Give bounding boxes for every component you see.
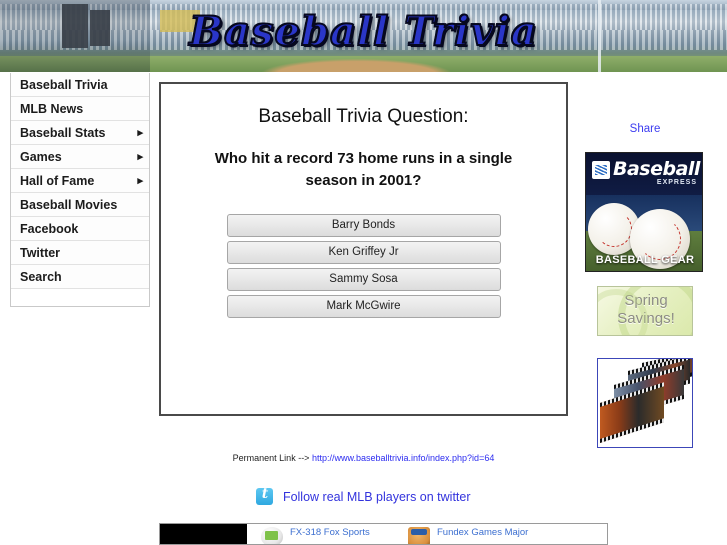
baseball-express-logo-icon bbox=[592, 161, 610, 179]
page-title: Baseball Trivia Question: bbox=[258, 106, 469, 127]
product-item[interactable]: Fundex Games Major bbox=[394, 524, 541, 544]
ad-spring-line1: Spring bbox=[624, 292, 668, 309]
ad-spring-savings[interactable]: Spring Savings! bbox=[597, 286, 693, 336]
answer-list: Barry Bonds Ken Griffey Jr Sammy Sosa Ma… bbox=[226, 214, 501, 318]
sidebar-item-label: Search bbox=[20, 270, 62, 284]
sidebar-item-search[interactable]: Search bbox=[11, 265, 149, 289]
film-strip-icon bbox=[600, 382, 664, 443]
site-header-banner: Baseball Trivia bbox=[0, 0, 727, 72]
ad-spring-text: Spring Savings! bbox=[598, 292, 692, 328]
sidebar-item-label: Facebook bbox=[20, 222, 79, 236]
answer-button-4[interactable]: Mark McGwire bbox=[226, 295, 501, 318]
sidebar-item-label: Baseball Stats bbox=[20, 126, 106, 140]
sidebar-item-label: Twitter bbox=[20, 246, 61, 260]
answer-button-3[interactable]: Sammy Sosa bbox=[226, 268, 501, 291]
product-strip: FX-318 Fox Sports Fundex Games Major bbox=[159, 523, 608, 545]
sidebar-filler bbox=[11, 289, 149, 306]
sidebar-item-label: MLB News bbox=[20, 102, 84, 116]
stadium-infield bbox=[261, 59, 451, 72]
chevron-right-icon: ▸ bbox=[137, 127, 143, 139]
site-title: Baseball Trivia bbox=[188, 7, 538, 56]
trivia-panel: Baseball Trivia Question: Who hit a reco… bbox=[159, 82, 568, 416]
sidebar-item-label: Baseball Trivia bbox=[20, 78, 108, 92]
twitter-follow-row[interactable]: Follow real MLB players on twitter bbox=[159, 486, 568, 506]
sidebar-item-baseball-stats[interactable]: Baseball Stats ▸ bbox=[11, 121, 149, 145]
product-name[interactable]: FX-318 Fox Sports bbox=[290, 527, 394, 538]
chevron-right-icon: ▸ bbox=[137, 151, 143, 163]
chevron-right-icon: ▸ bbox=[137, 175, 143, 187]
answer-button-2[interactable]: Ken Griffey Jr bbox=[226, 241, 501, 264]
sidebar-item-games[interactable]: Games ▸ bbox=[11, 145, 149, 169]
sidebar-item-twitter[interactable]: Twitter bbox=[11, 241, 149, 265]
question-text: Who hit a record 73 home runs in a singl… bbox=[214, 150, 513, 189]
ad-spring-line2: Savings! bbox=[617, 310, 675, 327]
twitter-bird-icon[interactable] bbox=[256, 486, 274, 506]
sidebar-item-label: Games bbox=[20, 150, 62, 164]
sidebar-item-facebook[interactable]: Facebook bbox=[11, 217, 149, 241]
twitter-follow-label[interactable]: Follow real MLB players on twitter bbox=[283, 490, 471, 504]
product-item[interactable]: FX-318 Fox Sports bbox=[247, 524, 394, 544]
sidebar-item-mlb-news[interactable]: MLB News bbox=[11, 97, 149, 121]
sidebar-item-label: Hall of Fame bbox=[20, 174, 95, 188]
ad-caption: BASEBALL GEAR bbox=[595, 254, 695, 266]
ad-placeholder-block bbox=[160, 524, 247, 544]
permalink-url[interactable]: http://www.baseballtrivia.info/index.php… bbox=[312, 453, 494, 463]
sidebar-item-baseball-trivia[interactable]: Baseball Trivia bbox=[11, 73, 149, 97]
answer-button-1[interactable]: Barry Bonds bbox=[226, 214, 501, 237]
sidebar-item-label: Baseball Movies bbox=[20, 198, 118, 212]
ad-brand-name: Baseball bbox=[613, 158, 700, 180]
ad-baseball-express[interactable]: Baseball EXPRESS BASEBALL GEAR bbox=[585, 152, 703, 272]
share-link[interactable]: Share bbox=[597, 123, 693, 135]
sidebar-item-hall-of-fame[interactable]: Hall of Fame ▸ bbox=[11, 169, 149, 193]
baseball-seam-icon bbox=[595, 210, 633, 248]
permalink: Permanent Link --> http://www.baseballtr… bbox=[159, 453, 568, 463]
sidebar-navigation: Baseball Trivia MLB News Baseball Stats … bbox=[10, 73, 150, 307]
ad-film-montage[interactable] bbox=[597, 358, 693, 448]
permalink-label: Permanent Link --> bbox=[232, 453, 310, 463]
ad-brand-subtitle: EXPRESS bbox=[656, 179, 697, 186]
ad-header-bar: Baseball EXPRESS bbox=[586, 153, 702, 195]
sidebar-item-baseball-movies[interactable]: Baseball Movies bbox=[11, 193, 149, 217]
product-thumbnail-icon bbox=[261, 527, 283, 544]
product-thumbnail-icon bbox=[408, 527, 430, 544]
product-name[interactable]: Fundex Games Major bbox=[437, 527, 541, 538]
